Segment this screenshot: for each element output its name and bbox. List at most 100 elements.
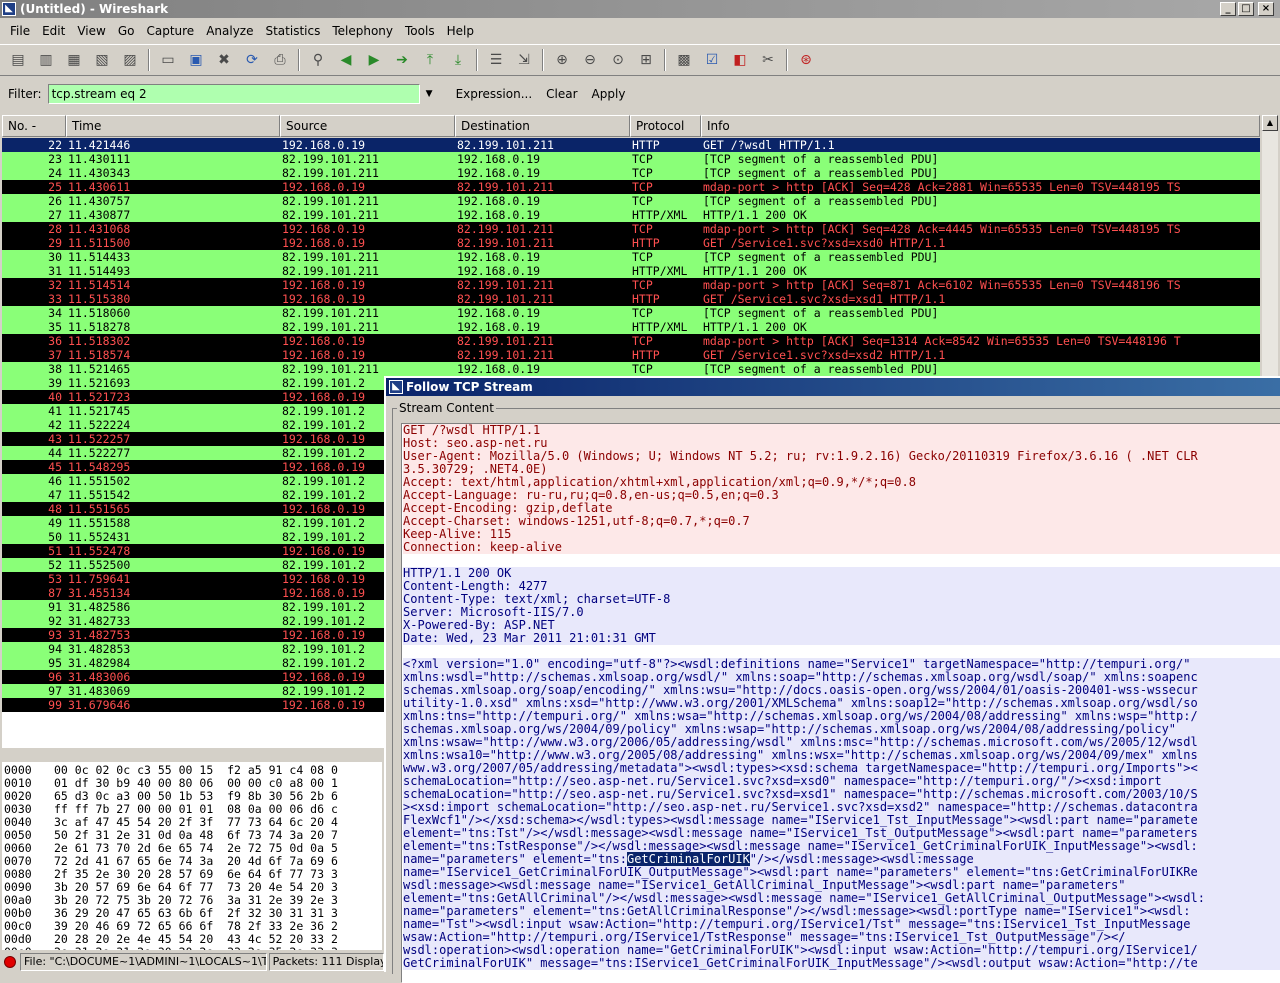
packet-row[interactable]: 30 11.514433 82.199.101.211 192.168.0.19 TCP… <box>2 250 1260 264</box>
request-line: Accept-Charset: windows-1251,utf-8;q=0.7… <box>403 515 1280 528</box>
expression-button[interactable]: Expression... <box>456 87 533 101</box>
packet-no-cell: 45 <box>48 460 62 474</box>
close-button[interactable]: × <box>1258 2 1274 16</box>
stream-content-group: Stream Content GET /?wsdl HTTP/1.1 Host: … <box>392 401 1280 983</box>
packet-no-cell: 52 <box>48 558 62 572</box>
start-capture-icon[interactable]: ▦ <box>63 49 85 71</box>
menu-view[interactable]: View <box>71 24 111 38</box>
scroll-up-icon[interactable]: ▲ <box>1262 115 1278 131</box>
menu-edit[interactable]: Edit <box>36 24 71 38</box>
packet-no-cell: 29 <box>48 236 62 250</box>
column-time[interactable]: Time <box>66 115 280 137</box>
packet-row[interactable]: 35 11.518278 82.199.101.211 192.168.0.19 HTT… <box>2 320 1260 334</box>
auto-scroll-icon[interactable]: ⇲ <box>513 49 535 71</box>
packet-time-cell: 11.430611 <box>68 180 131 194</box>
packet-row[interactable]: 37 11.518574 192.168.0.19 82.199.101.211 HTT… <box>2 348 1260 362</box>
close-file-icon[interactable]: ✖ <box>213 49 235 71</box>
preferences-icon[interactable]: ✂ <box>757 49 779 71</box>
packet-row[interactable]: 38 11.521465 82.199.101.211 192.168.0.19 TCP… <box>2 362 1260 376</box>
menu-file[interactable]: File <box>4 24 36 38</box>
save-icon[interactable]: ▣ <box>185 49 207 71</box>
packet-row[interactable]: 32 11.514514 192.168.0.19 82.199.101.211 TCP… <box>2 278 1260 292</box>
packet-no-cell: 44 <box>48 446 62 460</box>
column-destination[interactable]: Destination <box>455 115 630 137</box>
packet-row[interactable]: 31 11.514493 82.199.101.211 192.168.0.19 HTT… <box>2 264 1260 278</box>
chevron-down-icon[interactable]: ▼ <box>426 89 442 99</box>
interfaces-icon[interactable]: ▤ <box>7 49 29 71</box>
find-icon[interactable]: ⚲ <box>307 49 329 71</box>
packet-row[interactable]: 33 11.515380 192.168.0.19 82.199.101.211 HTT… <box>2 292 1260 306</box>
packet-row[interactable]: 26 11.430757 82.199.101.211 192.168.0.19 TCP… <box>2 194 1260 208</box>
column-protocol[interactable]: Protocol <box>630 115 701 137</box>
packet-no-cell: 93 <box>48 628 62 642</box>
resize-columns-icon[interactable]: ⊞ <box>635 49 657 71</box>
packet-no-cell: 43 <box>48 432 62 446</box>
packet-time-cell: 11.430757 <box>68 194 131 208</box>
help-icon[interactable]: ⊛ <box>795 49 817 71</box>
packet-list-header: No. - Time Source Destination Protocol I… <box>2 115 1260 137</box>
packet-row[interactable]: 24 11.430343 82.199.101.211 192.168.0.19 TCP… <box>2 166 1260 180</box>
maximize-button[interactable]: □ <box>1238 2 1254 16</box>
column-source[interactable]: Source <box>280 115 455 137</box>
packet-dst-cell: 82.199.101.211 <box>457 180 554 194</box>
open-icon[interactable]: ▭ <box>157 49 179 71</box>
menu-tools[interactable]: Tools <box>399 24 441 38</box>
column-info[interactable]: Info <box>701 115 1260 137</box>
packet-row[interactable]: 34 11.518060 82.199.101.211 192.168.0.19 TCP… <box>2 306 1260 320</box>
capture-options-icon[interactable]: ▥ <box>35 49 57 71</box>
print-icon[interactable]: ⎙ <box>269 49 291 71</box>
colorize-icon[interactable]: ☰ <box>485 49 507 71</box>
zoom-out-icon[interactable]: ⊖ <box>579 49 601 71</box>
menu-go[interactable]: Go <box>112 24 141 38</box>
packet-row[interactable]: 28 11.431068 192.168.0.19 82.199.101.211 TCP… <box>2 222 1260 236</box>
packet-time-cell: 11.551565 <box>68 502 131 516</box>
apply-button[interactable]: Apply <box>592 87 626 101</box>
packet-src-cell: 192.168.0.19 <box>282 236 366 250</box>
packet-time-cell: 11.421446 <box>68 138 131 152</box>
packet-row[interactable]: 25 11.430611 192.168.0.19 82.199.101.211 TCP… <box>2 180 1260 194</box>
packet-src-cell: 82.199.101.211 <box>282 166 379 180</box>
title-bar: ◣ (Untitled) - Wireshark _ □ × <box>0 0 1280 18</box>
stream-content-text[interactable]: GET /?wsdl HTTP/1.1 Host: seo.asp-net.ru U… <box>401 423 1280 983</box>
minimize-button[interactable]: _ <box>1220 2 1236 16</box>
packet-row[interactable]: 27 11.430877 82.199.101.211 192.168.0.19 HTT… <box>2 208 1260 222</box>
zoom-in-icon[interactable]: ⊕ <box>551 49 573 71</box>
filter-input[interactable]: tcp.stream eq 2 <box>47 84 420 104</box>
clear-button[interactable]: Clear <box>546 87 577 101</box>
menu-statistics[interactable]: Statistics <box>259 24 326 38</box>
display-filters-icon[interactable]: ☑ <box>701 49 723 71</box>
zoom-normal-icon[interactable]: ⊙ <box>607 49 629 71</box>
packet-row[interactable]: 23 11.430111 82.199.101.211 192.168.0.19 TCP… <box>2 152 1260 166</box>
go-back-icon[interactable]: ◀ <box>335 49 357 71</box>
packet-src-cell: 192.168.0.19 <box>282 138 366 152</box>
response-line: GetCriminalForUIK" message="tns:IService… <box>403 957 1280 970</box>
packet-time-cell: 11.521465 <box>68 362 131 376</box>
menu-analyze[interactable]: Analyze <box>200 24 259 38</box>
packet-src-cell: 82.199.101.211 <box>282 362 379 376</box>
coloring-rules-icon[interactable]: ◧ <box>729 49 751 71</box>
packet-row[interactable]: 36 11.518302 192.168.0.19 82.199.101.211 TCP… <box>2 334 1260 348</box>
packet-row[interactable]: 29 11.511500 192.168.0.19 82.199.101.211 HTT… <box>2 236 1260 250</box>
menu-capture[interactable]: Capture <box>140 24 200 38</box>
menu-telephony[interactable]: Telephony <box>326 24 399 38</box>
packet-dst-cell: 192.168.0.19 <box>457 194 541 208</box>
packet-no-cell: 87 <box>48 586 62 600</box>
packet-src-cell: 192.168.0.19 <box>282 222 366 236</box>
reload-icon[interactable]: ⟳ <box>241 49 263 71</box>
go-forward-icon[interactable]: ▶ <box>363 49 385 71</box>
packet-row[interactable]: 22 11.421446 192.168.0.19 82.199.101.211 HTT… <box>2 138 1260 152</box>
packet-time-cell: 31.482853 <box>68 642 131 656</box>
capture-filters-icon[interactable]: ▩ <box>673 49 695 71</box>
packet-proto-cell: HTTP <box>632 292 660 306</box>
menu-help[interactable]: Help <box>441 24 480 38</box>
go-last-icon[interactable]: ⤓ <box>447 49 469 71</box>
packet-no-cell: 36 <box>48 334 62 348</box>
stop-capture-icon[interactable]: ▧ <box>91 49 113 71</box>
hex-pane[interactable]: 0000 00 0c 02 0c c3 55 00 15 f2 a5 91 c4 … <box>2 762 382 950</box>
restart-capture-icon[interactable]: ▨ <box>119 49 141 71</box>
go-first-icon[interactable]: ⤒ <box>419 49 441 71</box>
packet-time-cell: 11.514493 <box>68 264 131 278</box>
expert-info-icon[interactable] <box>4 956 16 968</box>
go-to-packet-icon[interactable]: ➔ <box>391 49 413 71</box>
column-no[interactable]: No. - <box>2 115 66 137</box>
